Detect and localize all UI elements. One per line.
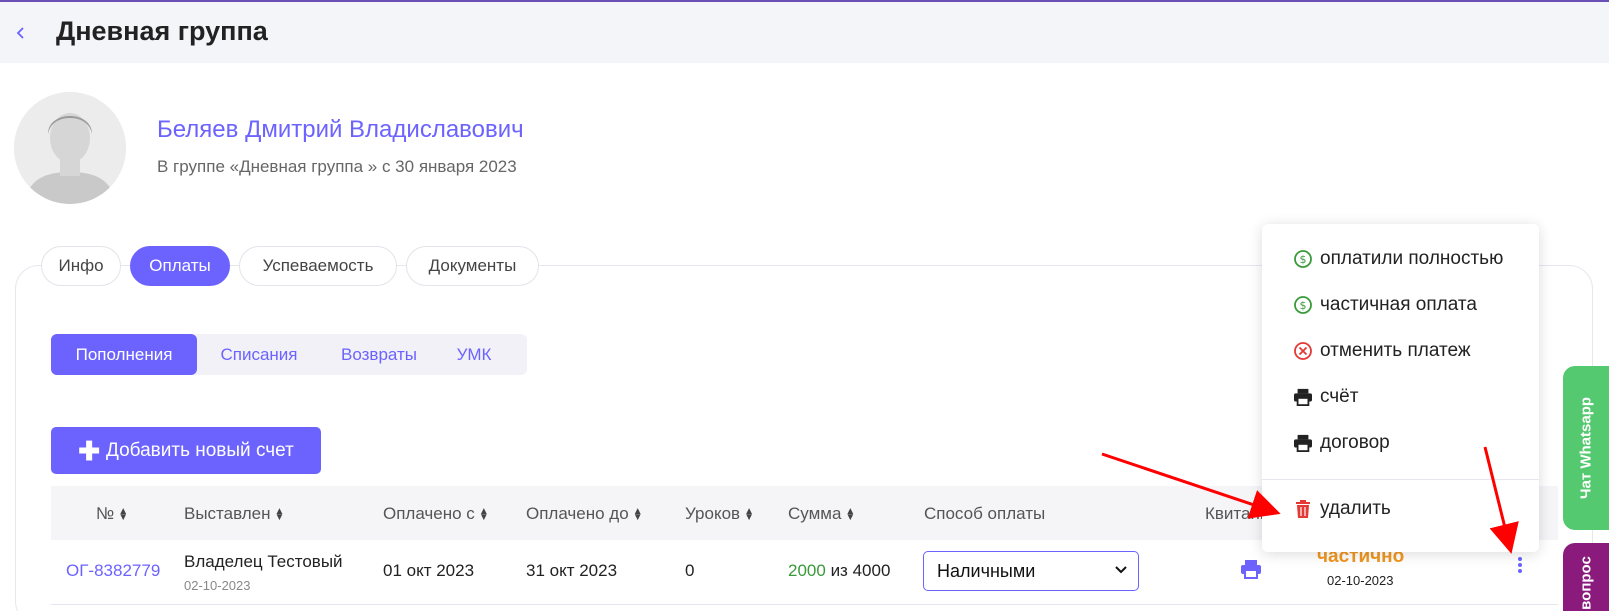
column-number[interactable]: № ▲ ▼ <box>96 504 128 524</box>
sort-icon: ▲ ▼ <box>274 505 285 523</box>
menu-item-delete[interactable]: удалить <box>1292 494 1391 524</box>
payment-method-select[interactable]: Наличными <box>923 551 1139 591</box>
status-date: 02-10-2023 <box>1327 573 1394 588</box>
subtab-umk[interactable]: УМК <box>443 334 505 375</box>
whatsapp-chat-label: Чат Whatsapp <box>1577 396 1595 500</box>
row-context-menu: $ оплатили полностью $ частичная оплата … <box>1262 224 1539 552</box>
printer-icon <box>1292 386 1314 408</box>
tab-documents[interactable]: Документы <box>406 246 539 286</box>
subtab-refunds[interactable]: Возвраты <box>323 334 435 375</box>
issuer-name: Владелец Тестовый <box>184 552 343 571</box>
dollar-circle-icon: $ <box>1292 294 1314 316</box>
svg-text:$: $ <box>1300 253 1307 266</box>
dollar-circle-icon: $ <box>1292 248 1314 270</box>
question-tab[interactable]: вопрос <box>1563 543 1609 611</box>
svg-text:$: $ <box>1300 299 1307 312</box>
menu-divider <box>1262 479 1539 480</box>
add-invoice-button[interactable]: ✚ Добавить новый счет <box>51 427 321 474</box>
payment-subtabs: Пополнения Списания Возвраты УМК <box>51 334 527 375</box>
add-invoice-label: Добавить новый счет <box>106 439 294 461</box>
menu-item-cancel-payment[interactable]: отменить платеж <box>1292 336 1471 366</box>
plus-icon: ✚ <box>78 435 100 466</box>
column-paid-to[interactable]: Оплачено до ▲ ▼ <box>526 504 643 524</box>
tab-payments[interactable]: Оплаты <box>130 246 230 286</box>
invoice-number-link[interactable]: ОГ-8382779 <box>66 561 160 581</box>
print-receipt-icon[interactable] <box>1240 559 1262 584</box>
amount: 2000 из 4000 <box>788 561 891 580</box>
trash-icon <box>1292 498 1314 520</box>
subtab-writeoffs[interactable]: Списания <box>203 334 315 375</box>
tab-progress[interactable]: Успеваемость <box>239 246 397 286</box>
row-actions-menu-icon[interactable] <box>1515 555 1525 579</box>
menu-item-invoice[interactable]: счёт <box>1292 382 1358 412</box>
sort-icon: ▲ ▼ <box>478 505 489 523</box>
printer-icon <box>1292 432 1314 454</box>
sort-icon: ▲ ▼ <box>632 505 643 523</box>
sort-icon: ▲ ▼ <box>744 505 754 523</box>
column-lessons[interactable]: Уроков ▲ ▼ <box>685 504 754 524</box>
question-label: вопрос <box>1577 556 1595 610</box>
page-header: Дневная группа <box>0 2 1609 63</box>
cancel-circle-icon <box>1292 340 1314 362</box>
subtab-replenishments[interactable]: Пополнения <box>51 334 197 375</box>
column-paid-from[interactable]: Оплачено с ▲ ▼ <box>383 504 489 524</box>
column-amount[interactable]: Сумма ▲ ▼ <box>788 504 855 524</box>
avatar <box>14 92 126 204</box>
lessons-count: 0 <box>685 561 695 580</box>
menu-item-contract[interactable]: договор <box>1292 428 1390 458</box>
issued-date: 02-10-2023 <box>184 578 251 593</box>
chevron-left-icon[interactable] <box>12 24 30 42</box>
menu-item-paid-full[interactable]: $ оплатили полностью <box>1292 244 1503 274</box>
sort-icon: ▲ ▼ <box>845 505 856 523</box>
student-group-info: В группе «Дневная группа » с 30 января 2… <box>157 157 517 176</box>
student-name: Беляев Дмитрий Владиславович <box>157 116 524 143</box>
column-receipt: Квитанц <box>1205 504 1270 523</box>
paid-to: 31 окт 2023 <box>526 561 618 580</box>
column-payment-method: Способ оплаты <box>924 504 1046 523</box>
paid-from: 01 окт 2023 <box>383 561 475 580</box>
column-issued[interactable]: Выставлен ▲ ▼ <box>184 504 284 524</box>
whatsapp-chat-tab[interactable]: Чат Whatsapp <box>1563 366 1609 530</box>
menu-item-partial-payment[interactable]: $ частичная оплата <box>1292 290 1477 320</box>
chevron-down-icon <box>1114 562 1128 579</box>
page-title: Дневная группа <box>56 16 268 46</box>
sort-icon: ▲ ▼ <box>118 505 129 523</box>
tab-info[interactable]: Инфо <box>41 246 121 286</box>
